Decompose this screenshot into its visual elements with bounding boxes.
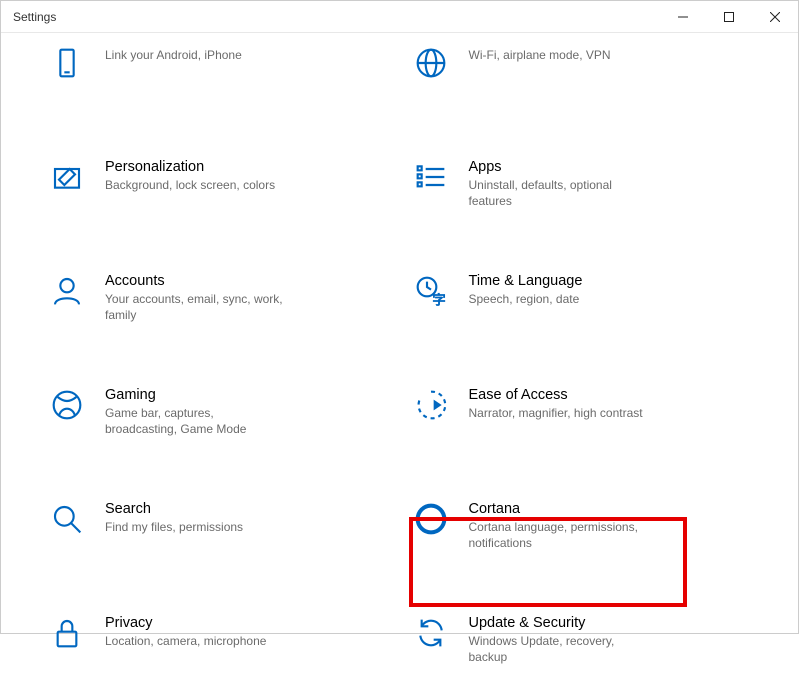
list-icon: [413, 159, 449, 195]
window-controls: [660, 1, 798, 32]
ease-of-access-tile[interactable]: Ease of Access Narrator, magnifier, high…: [405, 381, 759, 451]
apps-tile[interactable]: Apps Uninstall, defaults, optional featu…: [405, 153, 759, 223]
personalization-tile[interactable]: Personalization Background, lock screen,…: [41, 153, 395, 223]
tile-desc: Link your Android, iPhone: [105, 47, 242, 63]
paint-icon: [49, 159, 85, 195]
tile-desc: Wi-Fi, airplane mode, VPN: [469, 47, 611, 63]
search-tile[interactable]: Search Find my files, permissions: [41, 495, 395, 565]
tile-title: Apps: [469, 159, 649, 175]
tile-desc: Find my files, permissions: [105, 519, 243, 535]
cortana-tile[interactable]: Cortana Cortana language, permissions, n…: [405, 495, 759, 565]
minimize-button[interactable]: [660, 1, 706, 32]
time-language-icon: 字: [413, 273, 449, 309]
tile-desc: Uninstall, defaults, optional features: [469, 177, 649, 209]
accounts-tile[interactable]: Accounts Your accounts, email, sync, wor…: [41, 267, 395, 337]
tile-desc: Location, camera, microphone: [105, 633, 266, 649]
tile-desc: Your accounts, email, sync, work, family: [105, 291, 285, 323]
close-button[interactable]: [752, 1, 798, 32]
lock-icon: [49, 615, 85, 651]
tile-title: Update & Security: [469, 615, 649, 631]
time-language-tile[interactable]: 字 Time & Language Speech, region, date: [405, 267, 759, 337]
tile-desc: Background, lock screen, colors: [105, 177, 275, 193]
svg-text:字: 字: [432, 292, 445, 307]
tile-desc: Speech, region, date: [469, 291, 583, 307]
titlebar: Settings: [1, 1, 798, 33]
privacy-tile[interactable]: Privacy Location, camera, microphone: [41, 609, 395, 679]
window-title: Settings: [13, 10, 56, 24]
tile-desc: Narrator, magnifier, high contrast: [469, 405, 643, 421]
maximize-button[interactable]: [706, 1, 752, 32]
settings-grid: Link your Android, iPhone Wi-Fi, airplan…: [1, 39, 798, 699]
globe-icon: [413, 45, 449, 81]
sync-icon: [413, 615, 449, 651]
tile-title: Personalization: [105, 159, 275, 175]
tile-desc: Windows Update, recovery, backup: [469, 633, 649, 665]
tile-title: Search: [105, 501, 243, 517]
phone-tile[interactable]: Link your Android, iPhone: [41, 39, 395, 109]
network-tile[interactable]: Wi-Fi, airplane mode, VPN: [405, 39, 759, 109]
xbox-icon: [49, 387, 85, 423]
update-security-tile[interactable]: Update & Security Windows Update, recove…: [405, 609, 759, 679]
tile-desc: Game bar, captures, broadcasting, Game M…: [105, 405, 285, 437]
tile-title: Privacy: [105, 615, 266, 631]
ease-of-access-icon: [413, 387, 449, 423]
tile-title: Accounts: [105, 273, 285, 289]
person-icon: [49, 273, 85, 309]
tile-title: Time & Language: [469, 273, 583, 289]
cortana-icon: [413, 501, 449, 537]
tile-title: Cortana: [469, 501, 649, 517]
tile-title: Ease of Access: [469, 387, 643, 403]
tile-desc: Cortana language, permissions, notificat…: [469, 519, 649, 551]
gaming-tile[interactable]: Gaming Game bar, captures, broadcasting,…: [41, 381, 395, 451]
search-icon: [49, 501, 85, 537]
tile-title: Gaming: [105, 387, 285, 403]
phone-icon: [49, 45, 85, 81]
